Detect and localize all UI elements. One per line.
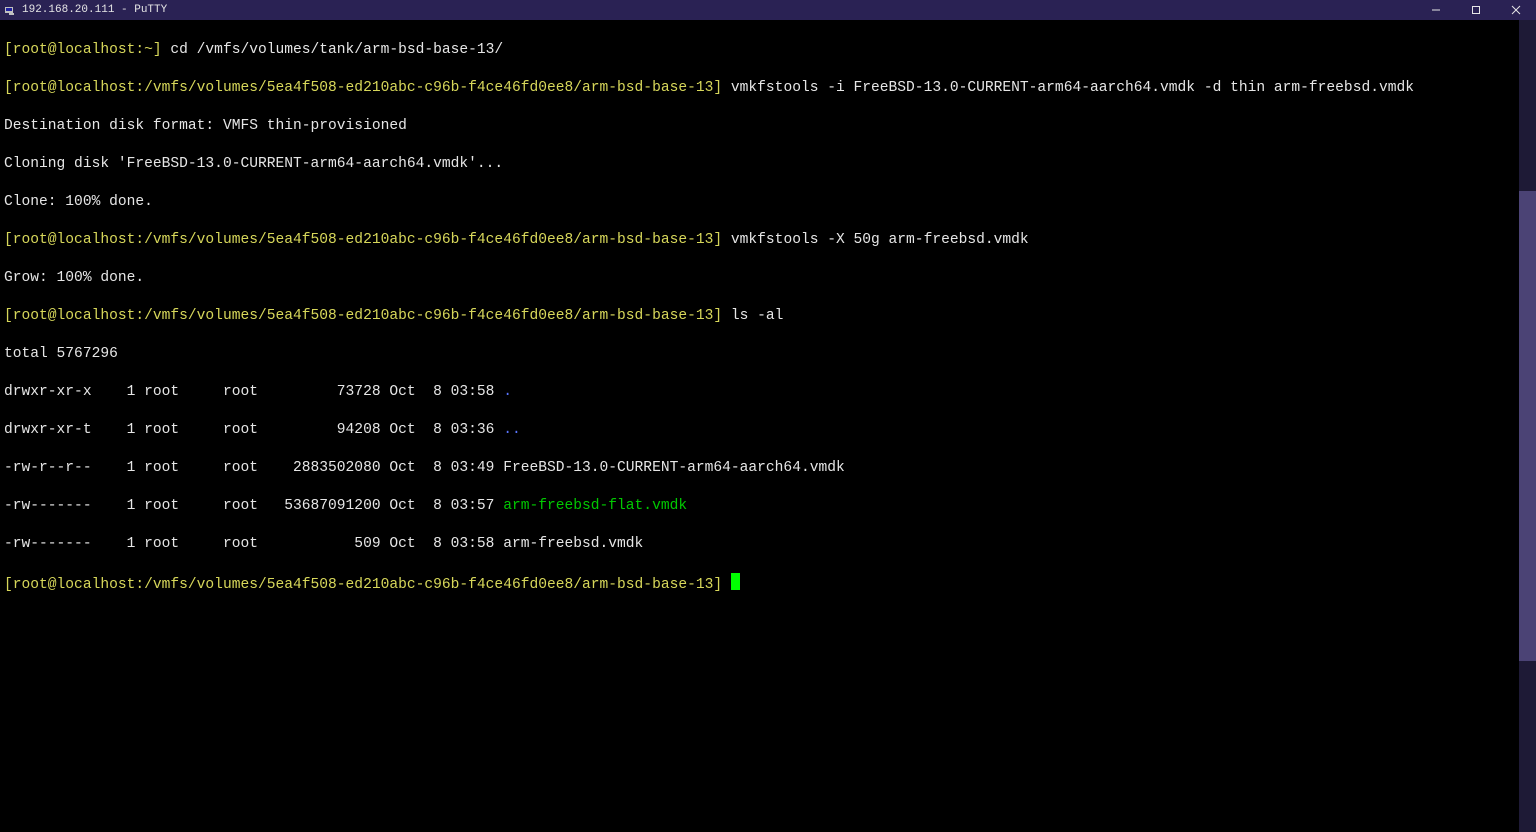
term-line: [root@localhost:/vmfs/volumes/5ea4f508-e… xyxy=(4,307,1515,326)
window-titlebar: 192.168.20.111 - PuTTY xyxy=(0,0,1536,20)
ls-cols: drwxr-xr-x 1 root root 73728 Oct 8 03:58 xyxy=(4,384,503,400)
ls-row: drwxr-xr-t 1 root root 94208 Oct 8 03:36… xyxy=(4,421,1515,440)
term-line: [root@localhost:~] cd /vmfs/volumes/tank… xyxy=(4,41,1515,60)
term-line: total 5767296 xyxy=(4,345,1515,364)
prompt: [root@localhost:/vmfs/volumes/5ea4f508-e… xyxy=(4,577,722,593)
prompt: [root@localhost:/vmfs/volumes/5ea4f508-e… xyxy=(4,232,722,248)
close-button[interactable] xyxy=(1496,0,1536,20)
titlebar-left: 192.168.20.111 - PuTTY xyxy=(4,4,167,16)
space xyxy=(722,577,731,593)
ls-cols: -rw------- 1 root root 53687091200 Oct 8… xyxy=(4,498,503,514)
term-line: Clone: 100% done. xyxy=(4,193,1515,212)
ls-file-name: arm-freebsd-flat.vmdk xyxy=(503,498,687,514)
prompt: [root@localhost:~] xyxy=(4,42,162,58)
term-line: [root@localhost:/vmfs/volumes/5ea4f508-e… xyxy=(4,79,1515,98)
window-buttons xyxy=(1416,0,1536,20)
ls-dir-name: . xyxy=(503,384,512,400)
ls-row: -rw------- 1 root root 53687091200 Oct 8… xyxy=(4,497,1515,516)
command-text: vmkfstools -X 50g arm-freebsd.vmdk xyxy=(722,232,1029,248)
prompt: [root@localhost:/vmfs/volumes/5ea4f508-e… xyxy=(4,308,722,324)
command-text: ls -al xyxy=(722,308,783,324)
ls-row: -rw------- 1 root root 509 Oct 8 03:58 a… xyxy=(4,535,1515,554)
term-line: Destination disk format: VMFS thin-provi… xyxy=(4,117,1515,136)
term-line: [root@localhost:/vmfs/volumes/5ea4f508-e… xyxy=(4,573,1515,595)
scrollbar[interactable] xyxy=(1519,20,1536,832)
ls-row: drwxr-xr-x 1 root root 73728 Oct 8 03:58… xyxy=(4,383,1515,402)
prompt: [root@localhost:/vmfs/volumes/5ea4f508-e… xyxy=(4,80,722,96)
cursor-block xyxy=(731,573,740,590)
term-line: Grow: 100% done. xyxy=(4,269,1515,288)
terminal-output[interactable]: [root@localhost:~] cd /vmfs/volumes/tank… xyxy=(0,20,1519,832)
ls-dir-name: .. xyxy=(503,422,521,438)
terminal-container: [root@localhost:~] cd /vmfs/volumes/tank… xyxy=(0,20,1536,832)
term-line: [root@localhost:/vmfs/volumes/5ea4f508-e… xyxy=(4,231,1515,250)
command-text: vmkfstools -i FreeBSD-13.0-CURRENT-arm64… xyxy=(722,80,1414,96)
maximize-button[interactable] xyxy=(1456,0,1496,20)
ls-cols: drwxr-xr-t 1 root root 94208 Oct 8 03:36 xyxy=(4,422,503,438)
command-text: cd /vmfs/volumes/tank/arm-bsd-base-13/ xyxy=(162,42,504,58)
window-title: 192.168.20.111 - PuTTY xyxy=(22,4,167,16)
minimize-button[interactable] xyxy=(1416,0,1456,20)
scrollbar-thumb[interactable] xyxy=(1519,191,1536,662)
putty-icon xyxy=(4,4,16,16)
ls-row: -rw-r--r-- 1 root root 2883502080 Oct 8 … xyxy=(4,459,1515,478)
term-line: Cloning disk 'FreeBSD-13.0-CURRENT-arm64… xyxy=(4,155,1515,174)
